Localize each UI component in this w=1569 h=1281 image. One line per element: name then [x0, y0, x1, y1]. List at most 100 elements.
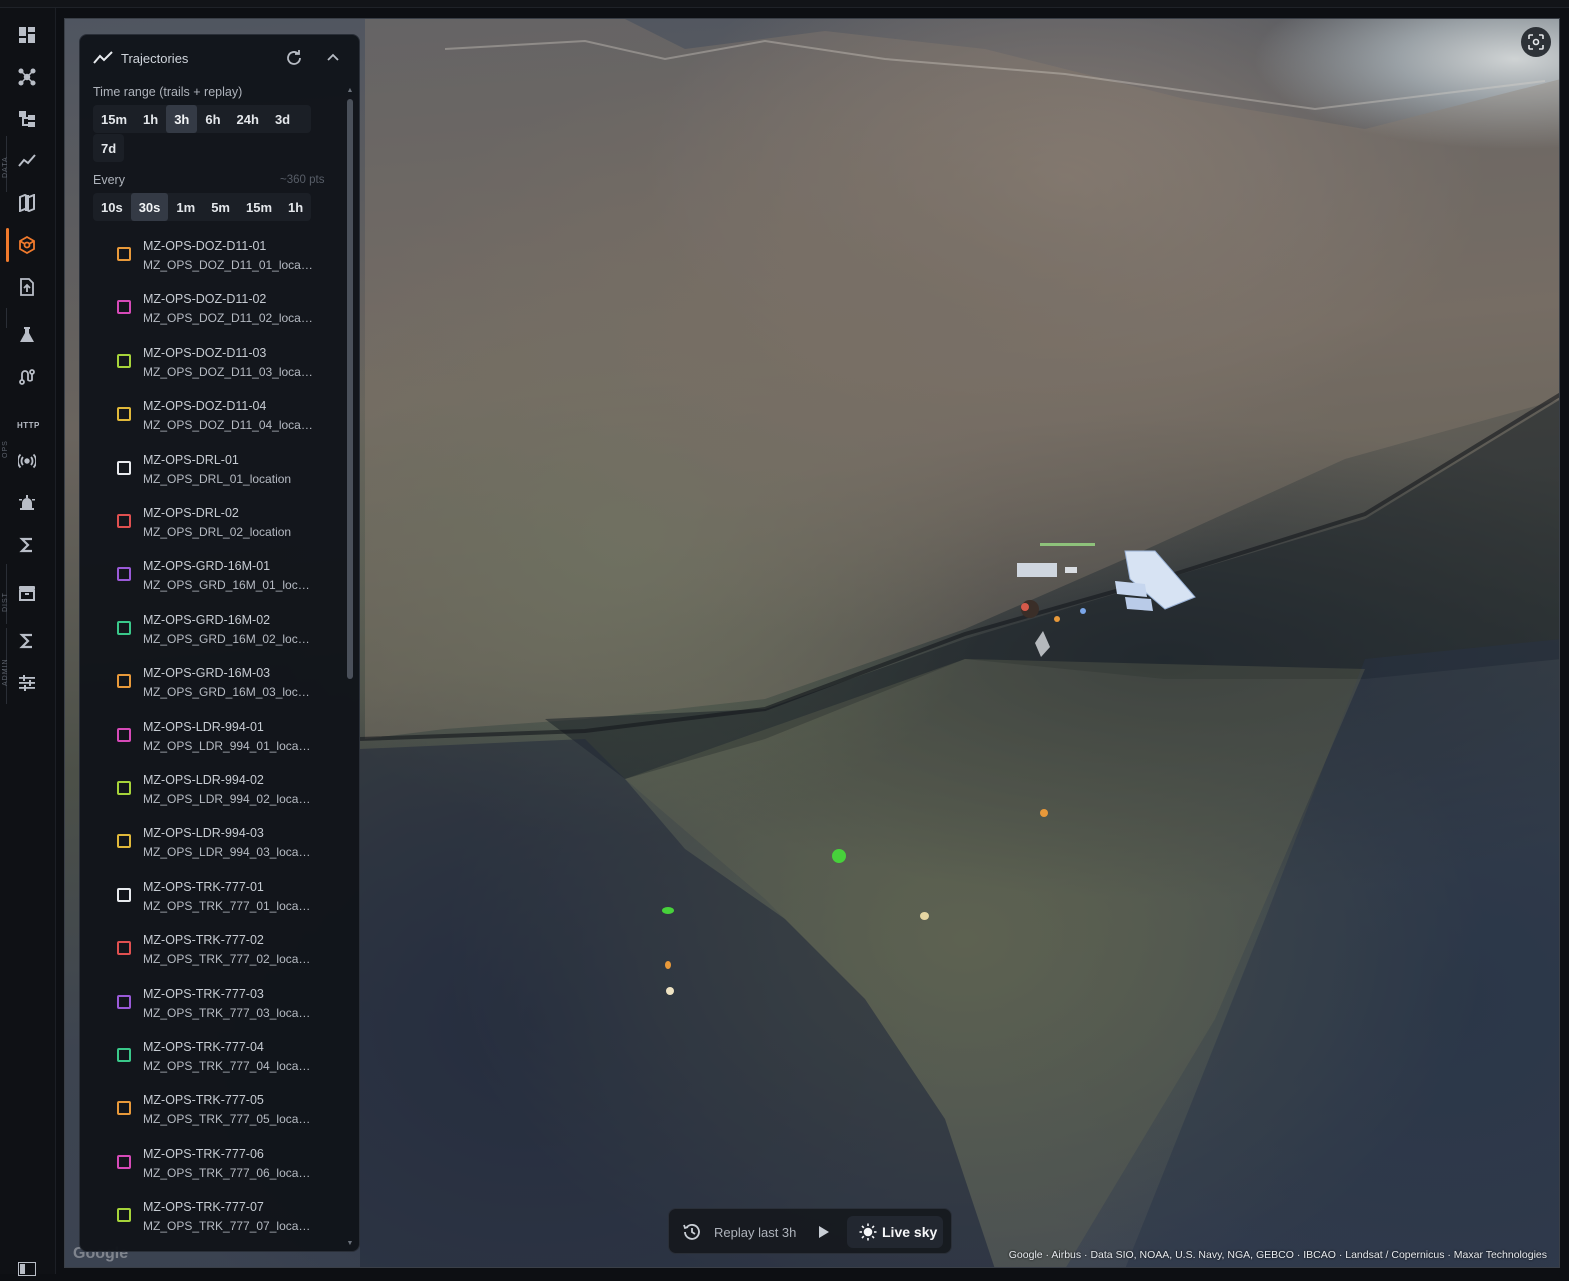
- trajectory-checkbox[interactable]: [117, 247, 131, 261]
- list-item[interactable]: MZ-OPS-GRD-16M-03 MZ_OPS_GRD_16M_03_locat…: [80, 660, 345, 710]
- trajectory-checkbox[interactable]: [117, 674, 131, 689]
- trajectory-checkbox[interactable]: [117, 1154, 131, 1169]
- trajectory-name: MZ-OPS-TRK-777-03: [143, 986, 264, 1001]
- scene-3d-icon[interactable]: [14, 232, 40, 258]
- map-icon[interactable]: [14, 190, 40, 216]
- flask-icon[interactable]: [14, 322, 40, 348]
- points-hint: ~360 pts: [280, 174, 325, 186]
- live-sky-button[interactable]: Live sky: [847, 1216, 943, 1248]
- trajectory-checkbox[interactable]: [117, 887, 131, 902]
- trajectory-checkbox[interactable]: [117, 994, 131, 1009]
- interval-5m[interactable]: 5m: [203, 193, 238, 221]
- replay-button[interactable]: Replay last 3h: [714, 1225, 796, 1240]
- play-icon[interactable]: [817, 1224, 831, 1240]
- time-range-selector-row2: 7d: [93, 134, 125, 162]
- time-range-7d[interactable]: 7d: [93, 134, 124, 162]
- list-item[interactable]: MZ-OPS-DOZ-D11-02 MZ_OPS_DOZ_D11_02_locat…: [80, 286, 345, 336]
- refresh-icon[interactable]: [285, 49, 303, 67]
- chart-line-icon[interactable]: [14, 148, 40, 174]
- asset-marker[interactable]: [665, 961, 671, 969]
- interval-15m[interactable]: 15m: [238, 193, 280, 221]
- time-range-6h[interactable]: 6h: [197, 105, 228, 133]
- scroll-up-arrow-icon[interactable]: ▲: [346, 87, 354, 95]
- asset-marker[interactable]: [832, 849, 846, 863]
- trajectory-source: MZ_OPS_DRL_02_location: [143, 525, 292, 539]
- list-item[interactable]: MZ-OPS-TRK-777-07 MZ_OPS_TRK_777_07_locat…: [80, 1194, 345, 1244]
- trajectories-panel: Trajectories Time range (trails + replay…: [79, 34, 360, 1252]
- time-range-24h[interactable]: 24h: [229, 105, 267, 133]
- dashboard-icon[interactable]: [14, 22, 40, 48]
- time-range-3d[interactable]: 3d: [267, 105, 298, 133]
- network-icon[interactable]: [14, 64, 40, 90]
- asset-marker[interactable]: [1040, 809, 1048, 817]
- trajectory-source: MZ_OPS_DRL_01_location: [143, 471, 292, 486]
- list-item[interactable]: MZ-OPS-TRK-777-06 MZ_OPS_TRK_777_06_locat…: [80, 1141, 345, 1191]
- list-item[interactable]: MZ-OPS-TRK-777-04 MZ_OPS_TRK_777_04_locat…: [80, 1034, 345, 1084]
- trajectory-name: MZ-OPS-DOZ-D11-03: [143, 345, 267, 360]
- trajectory-name: MZ-OPS-DOZ-D11-02: [143, 292, 267, 307]
- sigma-icon[interactable]: [14, 532, 40, 558]
- trajectory-checkbox[interactable]: [117, 1101, 131, 1116]
- interval-1m[interactable]: 1m: [168, 193, 203, 221]
- sun-icon: [859, 1223, 877, 1241]
- trajectory-checkbox[interactable]: [117, 834, 131, 849]
- asset-marker[interactable]: [920, 912, 929, 920]
- sidebar-nav: DATA HTTP OPS DIST ADMIN: [0, 8, 56, 1277]
- routes-icon[interactable]: [14, 364, 40, 390]
- list-item[interactable]: MZ-OPS-DRL-01 MZ_OPS_DRL_01_location: [80, 447, 345, 497]
- scrollbar-thumb[interactable]: [347, 99, 353, 679]
- sigma-admin-icon[interactable]: [14, 628, 40, 654]
- interval-30s[interactable]: 30s: [130, 193, 169, 221]
- trajectory-checkbox[interactable]: [117, 407, 131, 422]
- list-item[interactable]: MZ-OPS-TRK-777-01 MZ_OPS_TRK_777_01_locat…: [80, 874, 345, 924]
- scroll-down-arrow-icon[interactable]: ▼: [346, 1240, 354, 1248]
- time-range-15m[interactable]: 15m: [93, 105, 135, 133]
- asset-marker[interactable]: [662, 907, 674, 914]
- alarm-icon[interactable]: [14, 490, 40, 516]
- hierarchy-icon[interactable]: [14, 106, 40, 132]
- trajectory-checkbox[interactable]: [117, 567, 131, 582]
- mine-facility: [1017, 543, 1196, 657]
- list-item[interactable]: MZ-OPS-DOZ-D11-04 MZ_OPS_DOZ_D11_04_locat…: [80, 393, 345, 443]
- interval-1h[interactable]: 1h: [280, 193, 311, 221]
- trajectory-source: MZ_OPS_LDR_994_01_location: [143, 738, 313, 753]
- trajectory-checkbox[interactable]: [117, 300, 131, 315]
- http-icon[interactable]: HTTP: [17, 421, 40, 430]
- sliders-icon[interactable]: [14, 670, 40, 696]
- trajectory-checkbox[interactable]: [117, 460, 131, 475]
- list-item[interactable]: MZ-OPS-GRD-16M-01 MZ_OPS_GRD_16M_01_locat…: [80, 553, 345, 603]
- trajectory-checkbox[interactable]: [117, 727, 131, 742]
- every-label: Every: [93, 173, 125, 187]
- time-range-3h[interactable]: 3h: [166, 105, 198, 133]
- list-item[interactable]: MZ-OPS-LDR-994-03 MZ_OPS_LDR_994_03_locat…: [80, 820, 345, 870]
- trajectory-name: MZ-OPS-TRK-777-01: [143, 879, 264, 894]
- trajectory-checkbox[interactable]: [117, 1048, 131, 1062]
- trajectory-name: MZ-OPS-DRL-01: [143, 452, 239, 467]
- list-item[interactable]: MZ-OPS-TRK-777-05 MZ_OPS_TRK_777_05_locat…: [80, 1087, 345, 1137]
- trajectory-checkbox[interactable]: [117, 620, 131, 635]
- time-range-1h[interactable]: 1h: [135, 105, 166, 133]
- chevron-up-icon[interactable]: [324, 49, 342, 67]
- history-icon: [683, 1223, 701, 1241]
- list-item[interactable]: MZ-OPS-LDR-994-02 MZ_OPS_LDR_994_02_locat…: [80, 767, 345, 817]
- list-item[interactable]: MZ-OPS-DOZ-D11-01 MZ_OPS_DOZ_D11_01_locat…: [80, 233, 345, 283]
- list-item[interactable]: MZ-OPS-TRK-777-02 MZ_OPS_TRK_777_02_locat…: [80, 927, 345, 977]
- trajectory-checkbox[interactable]: [117, 353, 131, 368]
- trajectory-name: MZ-OPS-TRK-777-05: [143, 1093, 264, 1108]
- broadcast-icon[interactable]: [14, 448, 40, 474]
- list-item[interactable]: MZ-OPS-DRL-02 MZ_OPS_DRL_02_location: [80, 500, 345, 550]
- trajectory-checkbox[interactable]: [117, 781, 131, 795]
- interval-10s[interactable]: 10s: [93, 193, 131, 221]
- list-item[interactable]: MZ-OPS-LDR-994-01 MZ_OPS_LDR_994_01_locat…: [80, 714, 345, 764]
- trajectory-checkbox[interactable]: [117, 1208, 131, 1223]
- screenshot-button[interactable]: [1521, 27, 1551, 57]
- archive-icon[interactable]: [14, 580, 40, 606]
- trajectory-checkbox[interactable]: [117, 514, 131, 528]
- trajectory-checkbox[interactable]: [117, 941, 131, 956]
- list-item[interactable]: MZ-OPS-GRD-16M-02 MZ_OPS_GRD_16M_02_locat…: [80, 607, 345, 657]
- trajectory-icon: [93, 50, 113, 66]
- list-item[interactable]: MZ-OPS-TRK-777-03 MZ_OPS_TRK_777_03_locat…: [80, 981, 345, 1031]
- list-item[interactable]: MZ-OPS-DOZ-D11-03 MZ_OPS_DOZ_D11_03_locat…: [80, 340, 345, 390]
- upload-doc-icon[interactable]: [14, 274, 40, 300]
- asset-marker[interactable]: [666, 987, 674, 995]
